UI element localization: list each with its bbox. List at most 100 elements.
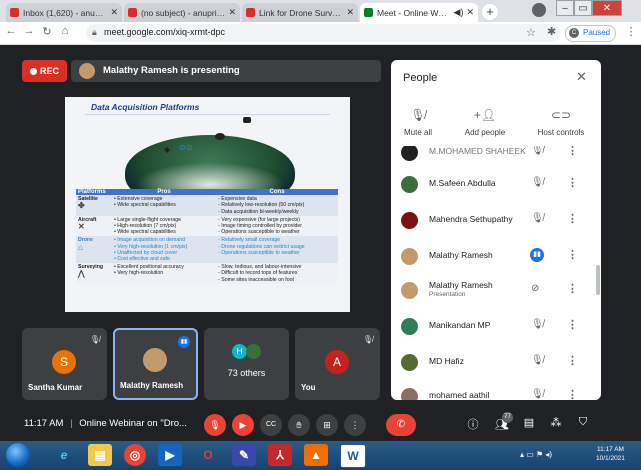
- omnibox[interactable]: 🔒︎ meet.google.com/xiq-xrmt-dpc ☆: [86, 24, 560, 42]
- speaking-icon: ▮▮: [530, 248, 544, 262]
- drone-icon: ⊙⊙: [179, 143, 193, 152]
- media-icon[interactable]: ▶: [158, 444, 182, 466]
- mute-all-button[interactable]: 🎙︎̸ Mute all: [397, 108, 439, 137]
- pros-cell: • Extensive coverage • Wide spectral cap…: [112, 195, 217, 216]
- list-item[interactable]: Mahendra Sethupathy 🎙︎̸ ⋮: [391, 208, 601, 238]
- captions-button[interactable]: CC: [260, 414, 282, 436]
- avatar: [79, 63, 95, 79]
- avatar: [401, 248, 418, 265]
- others-tile[interactable]: H 73 others: [204, 328, 289, 400]
- word-icon[interactable]: W: [340, 444, 366, 468]
- participant-subtitle: Presentation: [429, 291, 466, 298]
- back-icon[interactable]: ←: [4, 25, 18, 37]
- more-vert-icon[interactable]: ⋮: [567, 146, 578, 157]
- maximize-button[interactable]: ▭: [574, 0, 592, 16]
- new-tab-button[interactable]: +: [482, 4, 498, 20]
- raise-hand-button[interactable]: ✋︎: [288, 414, 310, 436]
- url-text[interactable]: meet.google.com/xiq-xrmt-dpc: [104, 27, 225, 37]
- activities-icon[interactable]: ⁂: [548, 416, 564, 429]
- more-vert-icon[interactable]: ⋮: [567, 248, 578, 261]
- add-people-button[interactable]: +👤︎ Add people: [459, 108, 511, 137]
- chat-icon[interactable]: ▤: [521, 416, 537, 429]
- list-item[interactable]: M.Safeen Abdulla 🎙︎̸ ⋮: [391, 172, 601, 202]
- presenting-banner: Malathy Ramesh is presenting: [71, 60, 381, 82]
- tripod-icon: ⋀: [78, 269, 85, 279]
- tab-link-drone[interactable]: Link for Drone Surveying... ✕: [242, 3, 358, 22]
- camera-toggle-button[interactable]: ▶: [232, 414, 254, 436]
- gmail-icon: [10, 8, 19, 17]
- host-controls-button[interactable]: ⊂⊃ Host controls: [531, 108, 591, 137]
- more-vert-icon[interactable]: ⋮: [567, 354, 578, 367]
- close-icon[interactable]: ✕: [463, 7, 474, 18]
- paint-icon[interactable]: ✎: [232, 444, 256, 466]
- cons-cell: - Expensive data - Relatively low-resolu…: [216, 195, 338, 216]
- participant-tile[interactable]: 🎙︎̸ S Santha Kumar: [22, 328, 107, 400]
- host-shield-icon[interactable]: ⛉: [575, 416, 591, 429]
- aircraft-icon: [215, 133, 225, 140]
- participant-tile-active[interactable]: ▮▮ Malathy Ramesh: [113, 328, 198, 400]
- opera-icon[interactable]: O: [196, 444, 220, 466]
- info-icon[interactable]: ⓘ: [465, 416, 481, 432]
- more-vert-icon[interactable]: ⋮: [567, 282, 578, 295]
- present-button[interactable]: ⊞: [316, 414, 338, 436]
- list-item[interactable]: Manikandan MP 🎙︎̸ ⋮: [391, 314, 601, 344]
- list-item[interactable]: MD Hafiz 🎙︎̸ ⋮: [391, 350, 601, 380]
- tab-meet[interactable]: Meet - Online Webi... ◀) ✕: [360, 3, 478, 22]
- acrobat-icon[interactable]: ⅄: [268, 444, 292, 466]
- forward-icon[interactable]: →: [22, 25, 36, 37]
- more-options-button[interactable]: ⋮: [344, 414, 366, 436]
- list-item[interactable]: mohamed aathil 🎙︎̸ ⋮: [391, 384, 601, 400]
- system-tray[interactable]: ▴ ▭ ⚑ ◂): [520, 450, 552, 459]
- vlc-icon[interactable]: ▲: [304, 444, 328, 466]
- close-icon[interactable]: ✕: [576, 69, 587, 85]
- menu-icon[interactable]: ⋮: [624, 25, 638, 38]
- panel-title: People: [403, 72, 438, 84]
- profile-paused-button[interactable]: C Paused: [565, 25, 617, 42]
- close-window-button[interactable]: ✕: [592, 0, 622, 16]
- list-item[interactable]: Malathy Ramesh ▮▮ ⋮: [391, 244, 601, 274]
- participant-name: Malathy Ramesh: [429, 280, 493, 290]
- start-button[interactable]: [6, 443, 30, 467]
- participant-name: mohamed aathil: [429, 390, 490, 400]
- scrollbar[interactable]: [596, 265, 600, 295]
- more-vert-icon[interactable]: ⋮: [567, 212, 578, 225]
- chrome-profile-icon[interactable]: [532, 3, 546, 17]
- action-label: Add people: [464, 128, 506, 137]
- reload-icon[interactable]: ↻: [40, 25, 54, 38]
- taskbar-clock[interactable]: 11:17 AM 10/1/2021: [596, 445, 625, 463]
- minimize-button[interactable]: –: [556, 0, 574, 16]
- more-vert-icon[interactable]: ⋮: [567, 388, 578, 400]
- tab-no-subject[interactable]: (no subject) - anupriyam... ✕: [124, 3, 240, 22]
- list-item[interactable]: M.MOHAMED SHAHEEK 🎙︎̸ ⋮: [391, 146, 601, 170]
- bookmark-star-icon[interactable]: ☆: [526, 26, 536, 39]
- aircraft-icon: ✕: [78, 222, 85, 232]
- extensions-icon[interactable]: ✱: [547, 25, 556, 38]
- pros-cell: • Excellent positional accuracy • Very h…: [112, 263, 217, 284]
- drone-icon: ⌂: [78, 242, 83, 252]
- ie-icon[interactable]: e: [52, 444, 76, 466]
- list-item[interactable]: Malathy Ramesh Presentation ⊘ ⋮: [391, 278, 601, 308]
- meeting-details: 11:17 AM | Online Webinar on "Dro...: [24, 418, 187, 429]
- close-icon[interactable]: ✕: [225, 7, 236, 18]
- presentation-off-icon: ⊘: [531, 283, 540, 294]
- mic-off-icon: 🎙︎̸: [531, 146, 544, 156]
- mic-toggle-button[interactable]: 🎙︎: [204, 414, 226, 436]
- self-tile[interactable]: 🎙︎̸ A You: [295, 328, 380, 400]
- presentation-slide: Data Acquisition Platforms ⊙⊙ ◆ Platform…: [65, 97, 350, 312]
- more-vert-icon[interactable]: ⋮: [567, 318, 578, 331]
- leave-call-button[interactable]: ✆: [386, 414, 416, 436]
- close-icon[interactable]: ✕: [107, 7, 118, 18]
- home-icon[interactable]: ⌂: [58, 25, 72, 37]
- chrome-icon[interactable]: ◎: [124, 444, 146, 466]
- tab-title: Link for Drone Surveying...: [259, 7, 344, 18]
- meet-icon: [364, 8, 373, 17]
- more-vert-icon[interactable]: ⋮: [567, 176, 578, 189]
- tab-inbox[interactable]: Inbox (1,620) - anupriya@... ✕: [6, 3, 122, 22]
- avatar: [401, 282, 418, 299]
- avatar: A: [325, 350, 349, 374]
- close-icon[interactable]: ✕: [343, 7, 354, 18]
- participant-list: M.MOHAMED SHAHEEK 🎙︎̸ ⋮ M.Safeen Abdulla…: [391, 146, 601, 400]
- meeting-controls-bar: 11:17 AM | Online Webinar on "Dro... 🎙︎ …: [0, 408, 641, 440]
- satellite-icon: [243, 117, 251, 123]
- explorer-icon[interactable]: ▤: [88, 444, 112, 466]
